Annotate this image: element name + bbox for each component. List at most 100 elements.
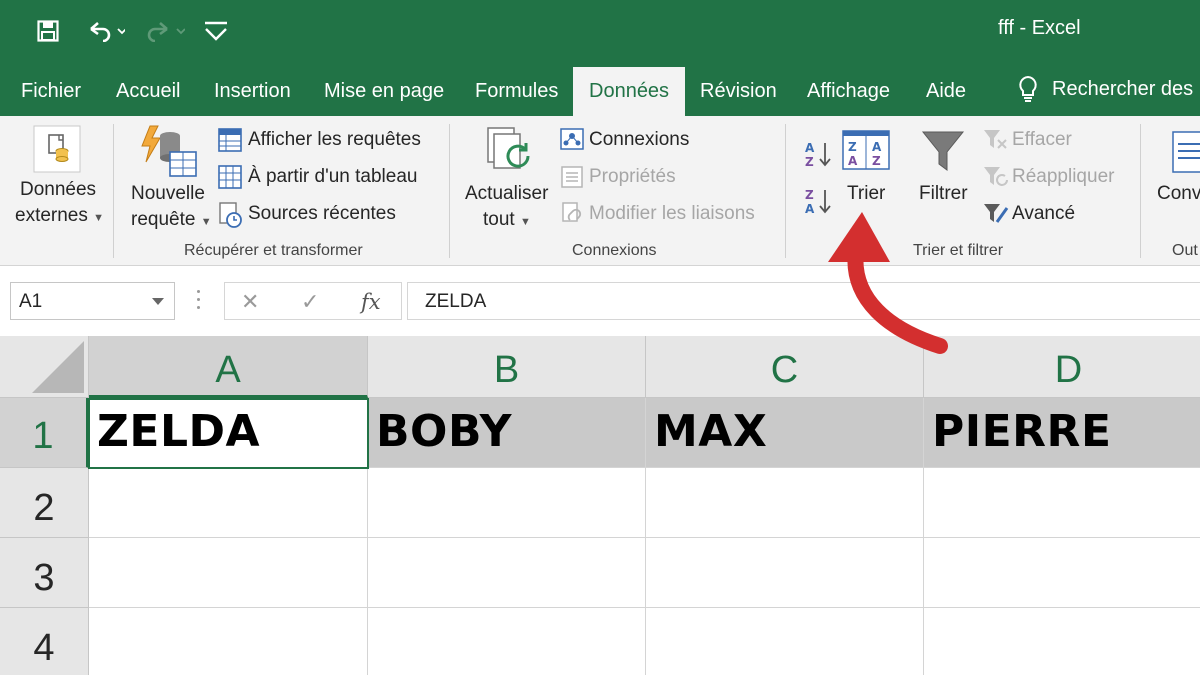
connections-icon bbox=[560, 128, 584, 152]
insert-function-icon[interactable]: fx bbox=[361, 283, 381, 321]
column-header-d[interactable]: D bbox=[924, 336, 1200, 398]
sort-label: Trier bbox=[847, 183, 886, 204]
filter-icon bbox=[921, 130, 965, 174]
show-queries-icon bbox=[218, 128, 242, 152]
refresh-all-label-2-wrap: tout ▼ bbox=[483, 209, 531, 231]
connections-label: Connexions bbox=[589, 129, 690, 150]
svg-text:Z: Z bbox=[872, 154, 881, 168]
title-bar: fff - Excel bbox=[0, 0, 1200, 62]
formula-bar-grip[interactable] bbox=[196, 290, 202, 312]
redo-icon[interactable] bbox=[140, 0, 190, 62]
cell-d1[interactable]: PIERRE bbox=[924, 398, 1200, 468]
cell-a2[interactable] bbox=[89, 468, 368, 538]
cell-a4[interactable] bbox=[89, 608, 368, 675]
lightbulb-icon bbox=[1019, 75, 1037, 102]
cell-d1-value: PIERRE bbox=[932, 406, 1112, 457]
clear-filter-label: Effacer bbox=[1012, 129, 1072, 150]
select-all-icon bbox=[32, 341, 84, 393]
chevron-down-icon: ▼ bbox=[519, 216, 531, 228]
cell-b1-value: BOBY bbox=[376, 406, 512, 457]
save-icon[interactable] bbox=[32, 0, 64, 62]
formula-buttons: ✕ ✓ fx bbox=[224, 282, 402, 320]
new-query-icon bbox=[140, 124, 200, 180]
row-header-1[interactable]: 1 bbox=[0, 398, 89, 468]
advanced-filter-icon bbox=[983, 202, 1009, 226]
cancel-icon[interactable]: ✕ bbox=[241, 283, 259, 321]
group-label-connections: Connexions bbox=[572, 242, 657, 259]
ribbon-tabs: Fichier Accueil Insertion Mise en page F… bbox=[0, 62, 1200, 116]
external-data-label-2: externes bbox=[15, 205, 88, 226]
chevron-down-icon[interactable] bbox=[152, 298, 164, 305]
new-query-label-2: requête bbox=[131, 209, 196, 230]
svg-text:Z: Z bbox=[805, 188, 814, 202]
group-label-get-transform: Récupérer et transformer bbox=[184, 242, 363, 259]
enter-icon[interactable]: ✓ bbox=[301, 283, 319, 321]
tell-me-search[interactable]: Rechercher des bbox=[1018, 62, 1193, 116]
row-header-2[interactable]: 2 bbox=[0, 468, 89, 538]
text-to-columns-icon bbox=[1172, 130, 1200, 174]
column-header-b[interactable]: B bbox=[368, 336, 646, 398]
svg-text:A: A bbox=[805, 141, 815, 155]
recent-sources-icon bbox=[218, 202, 244, 228]
sort-a-to-z-icon[interactable]: AZ bbox=[804, 140, 832, 168]
svg-text:A: A bbox=[805, 202, 815, 215]
formula-input[interactable]: ZELDA bbox=[407, 282, 1200, 320]
cell-c3[interactable] bbox=[646, 538, 924, 608]
window-title: fff - Excel bbox=[998, 17, 1081, 39]
tab-aide[interactable]: Aide bbox=[926, 62, 966, 116]
formula-input-value: ZELDA bbox=[425, 291, 487, 312]
cell-a3[interactable] bbox=[89, 538, 368, 608]
properties-icon bbox=[560, 165, 584, 189]
refresh-all-label-2: tout bbox=[483, 209, 515, 230]
cell-b1[interactable]: BOBY bbox=[368, 398, 646, 468]
svg-text:Z: Z bbox=[848, 140, 857, 154]
cell-c1[interactable]: MAX bbox=[646, 398, 924, 468]
cell-a1[interactable]: ZELDA bbox=[89, 398, 368, 468]
from-table-label: À partir d'un tableau bbox=[248, 166, 418, 187]
tab-affichage[interactable]: Affichage bbox=[807, 62, 890, 116]
tab-formules[interactable]: Formules bbox=[475, 62, 558, 116]
svg-text:Z: Z bbox=[805, 155, 814, 168]
sort-icon: ZAAZ bbox=[842, 130, 890, 170]
cell-b2[interactable] bbox=[368, 468, 646, 538]
edit-links-icon bbox=[560, 202, 584, 226]
filter-label: Filtrer bbox=[919, 183, 968, 204]
row-header-4[interactable]: 4 bbox=[0, 608, 89, 675]
group-separator bbox=[1140, 124, 1141, 258]
cell-b3[interactable] bbox=[368, 538, 646, 608]
column-header-c[interactable]: C bbox=[646, 336, 924, 398]
cell-d2[interactable] bbox=[924, 468, 1200, 538]
ribbon: Données externes ▼ Nouvelle requête ▼ Af… bbox=[0, 116, 1200, 266]
reapply-icon bbox=[983, 165, 1009, 189]
group-separator bbox=[113, 124, 114, 258]
advanced-filter-label: Avancé bbox=[1012, 203, 1076, 224]
new-query-label-1: Nouvelle bbox=[131, 183, 205, 204]
svg-text:A: A bbox=[872, 140, 882, 154]
name-box[interactable]: A1 bbox=[10, 282, 175, 320]
edit-links-label: Modifier les liaisons bbox=[589, 203, 755, 224]
recent-sources-label: Sources récentes bbox=[248, 203, 396, 224]
search-tab-label: Rechercher des bbox=[1052, 77, 1194, 100]
cell-d4[interactable] bbox=[924, 608, 1200, 675]
tab-insertion[interactable]: Insertion bbox=[214, 62, 291, 116]
row-header-3[interactable]: 3 bbox=[0, 538, 89, 608]
cell-d3[interactable] bbox=[924, 538, 1200, 608]
column-header-a[interactable]: A bbox=[89, 336, 368, 398]
external-data-icon bbox=[32, 124, 82, 174]
new-query-label-2-wrap: requête ▼ bbox=[131, 209, 212, 231]
sort-z-to-a-icon[interactable]: ZA bbox=[804, 187, 832, 215]
tab-revision[interactable]: Révision bbox=[700, 62, 777, 116]
cell-c2[interactable] bbox=[646, 468, 924, 538]
undo-icon[interactable] bbox=[80, 0, 130, 62]
external-data-label-1: Données bbox=[20, 179, 97, 200]
select-all-corner[interactable] bbox=[0, 336, 89, 398]
customize-qat-icon[interactable] bbox=[200, 0, 232, 62]
reapply-label: Réappliquer bbox=[1012, 166, 1115, 187]
external-data-label-2-wrap: externes ▼ bbox=[15, 205, 104, 227]
cell-b4[interactable] bbox=[368, 608, 646, 675]
tab-mise-en-page[interactable]: Mise en page bbox=[324, 62, 444, 116]
cell-c4[interactable] bbox=[646, 608, 924, 675]
tab-accueil[interactable]: Accueil bbox=[116, 62, 180, 116]
tab-donnees[interactable]: Données bbox=[573, 67, 686, 116]
tab-fichier[interactable]: Fichier bbox=[21, 62, 81, 116]
